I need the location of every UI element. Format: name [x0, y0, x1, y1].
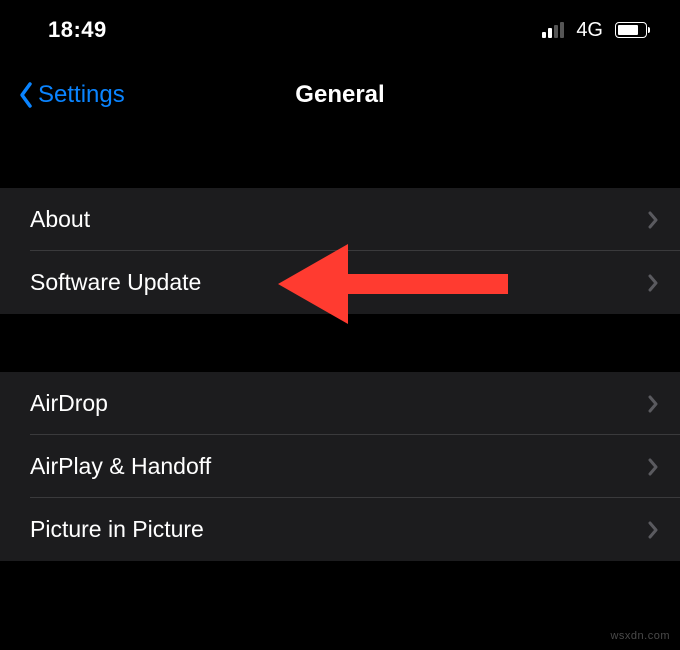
- back-button[interactable]: Settings: [18, 81, 125, 109]
- settings-item-label: AirPlay & Handoff: [30, 453, 211, 480]
- chevron-left-icon: [18, 81, 34, 109]
- status-time: 18:49: [48, 17, 107, 43]
- chevron-right-icon: [648, 274, 658, 292]
- settings-item-label: About: [30, 206, 90, 233]
- settings-item-label: Picture in Picture: [30, 516, 204, 543]
- section-separator: [0, 314, 680, 372]
- navigation-header: Settings General: [0, 60, 680, 130]
- chevron-right-icon: [648, 211, 658, 229]
- network-type: 4G: [576, 19, 603, 42]
- battery-icon: [615, 22, 650, 38]
- settings-item-about[interactable]: About: [0, 188, 680, 251]
- page-title: General: [295, 81, 384, 109]
- settings-group-1: About Software Update: [0, 188, 680, 314]
- chevron-right-icon: [648, 521, 658, 539]
- settings-item-label: AirDrop: [30, 390, 108, 417]
- settings-group-2: AirDrop AirPlay & Handoff Picture in Pic…: [0, 372, 680, 561]
- watermark: wsxdn.com: [610, 630, 670, 642]
- settings-item-label: Software Update: [30, 269, 201, 296]
- status-indicators: 4G: [542, 19, 650, 42]
- back-label: Settings: [38, 81, 125, 109]
- status-bar: 18:49 4G: [0, 0, 680, 60]
- chevron-right-icon: [648, 458, 658, 476]
- cellular-signal-icon: [542, 22, 564, 38]
- settings-item-picture-in-picture[interactable]: Picture in Picture: [0, 498, 680, 561]
- chevron-right-icon: [648, 395, 658, 413]
- section-separator: [0, 130, 680, 188]
- settings-item-airdrop[interactable]: AirDrop: [0, 372, 680, 435]
- settings-item-software-update[interactable]: Software Update: [0, 251, 680, 314]
- settings-item-airplay-handoff[interactable]: AirPlay & Handoff: [0, 435, 680, 498]
